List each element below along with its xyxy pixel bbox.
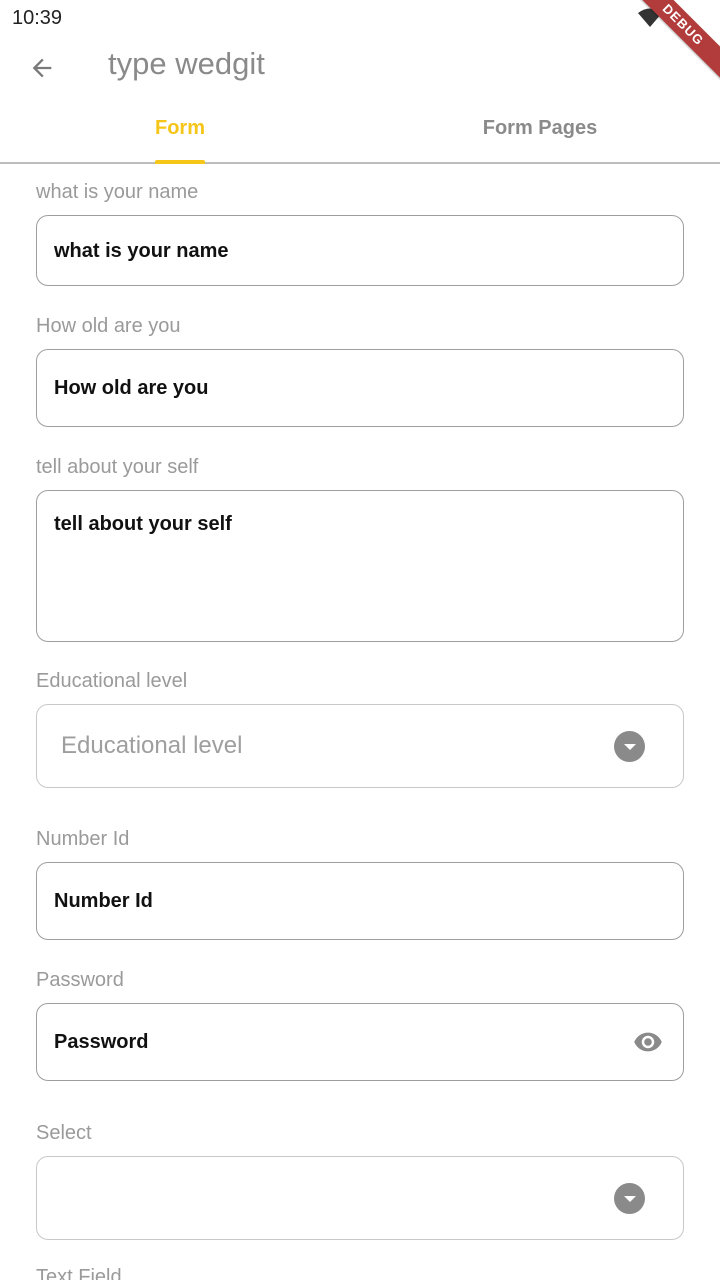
select-dropdown[interactable] [36, 1156, 684, 1240]
education-label: Educational level [36, 670, 188, 692]
text-field-label: Text Field [36, 1266, 122, 1280]
back-button[interactable] [22, 48, 62, 88]
page-title: type wedgit [108, 46, 265, 81]
number-id-value: Number Id [54, 890, 153, 912]
about-value: tell about your self [54, 513, 232, 535]
tab-form-pages[interactable]: Form Pages [360, 96, 720, 162]
dropdown-arrow-icon [614, 1183, 645, 1214]
app-bar: type wedgit [0, 36, 720, 96]
dropdown-arrow-icon [614, 731, 645, 762]
age-field[interactable]: How old are you [36, 349, 684, 427]
education-placeholder: Educational level [61, 732, 243, 759]
number-id-field[interactable]: Number Id [36, 862, 684, 940]
arrow-back-icon [32, 58, 52, 78]
status-bar: 10:39 [0, 0, 720, 36]
age-label: How old are you [36, 315, 181, 337]
about-label: tell about your self [36, 456, 199, 478]
age-value: How old are you [54, 377, 209, 399]
name-label: what is your name [36, 181, 199, 203]
password-value: Password [54, 1031, 149, 1053]
tab-label: Form Pages [482, 117, 598, 139]
tab-form[interactable]: Form [0, 96, 360, 162]
name-field[interactable]: what is your name [36, 215, 684, 286]
tab-label: Form [155, 117, 205, 139]
name-value: what is your name [54, 240, 229, 262]
select-label: Select [36, 1122, 92, 1144]
eye-icon[interactable] [631, 1027, 665, 1057]
education-dropdown[interactable]: Educational level [36, 704, 684, 788]
tab-bar: Form Form Pages [0, 96, 720, 164]
about-field[interactable]: tell about your self [36, 490, 684, 642]
status-time: 10:39 [12, 7, 63, 29]
number-id-label: Number Id [36, 828, 130, 850]
password-field[interactable]: Password [36, 1003, 684, 1081]
tab-indicator [155, 160, 205, 164]
password-label: Password [36, 969, 124, 991]
